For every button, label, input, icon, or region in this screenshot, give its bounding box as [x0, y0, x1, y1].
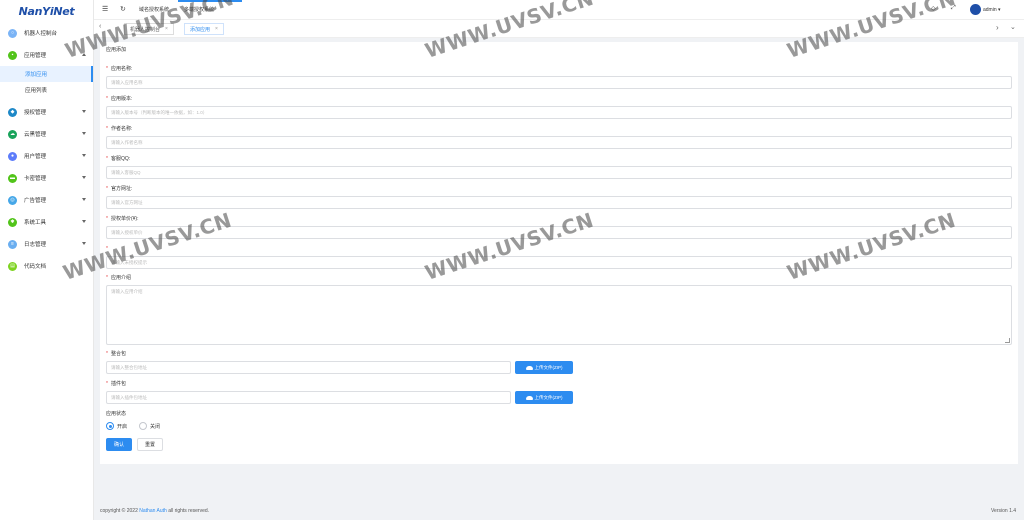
close-icon[interactable]: × [215, 26, 218, 32]
field-auth-price: * 授权单价(¥): 请输入授权单价 [106, 214, 1012, 239]
field-unauth-tip: * 请输入未授权提示 [106, 244, 1012, 269]
chevron-down-icon [82, 176, 86, 179]
top-nav-domain-auth[interactable]: 域名授权系统 [139, 6, 169, 13]
reset-button[interactable]: 重置 [137, 438, 163, 451]
logo: NanYiNet [18, 4, 75, 18]
sidebar-item-cloud-blacklist[interactable]: ☁ 云黑管理 [0, 123, 93, 145]
cloud-icon: ☁ [8, 129, 17, 139]
top-header: ☰ ↻ 域名授权系统 多端授权系统 ◇ ⤢ admin ▾ [94, 0, 1024, 20]
user-icon: ● [8, 151, 17, 161]
status-radio-on[interactable]: 开启 [106, 422, 127, 430]
chevron-down-icon [82, 220, 86, 223]
tab-add-app[interactable]: 添加应用 × [184, 23, 224, 35]
cloud-upload-icon [525, 395, 533, 400]
app-version-input[interactable]: 请输入版本号（判断版本的唯一依据，如：1.0） [106, 106, 1012, 119]
log-icon: ≡ [8, 239, 17, 249]
auth-icon: ◆ [8, 107, 17, 117]
doc-icon: ▤ [8, 261, 17, 271]
top-nav-active-indicator [178, 0, 242, 2]
cloud-upload-icon [525, 365, 533, 370]
confirm-button[interactable]: 确认 [106, 438, 132, 451]
refresh-icon[interactable]: ↻ [120, 5, 126, 13]
app-intro-textarea[interactable]: 请输入应用介绍 [106, 285, 1012, 345]
chevron-down-icon [82, 132, 86, 135]
chevron-down-icon [82, 242, 86, 245]
field-app-version: * 应用版本: 请输入版本号（判断版本的唯一依据，如：1.0） [106, 94, 1012, 119]
sidebar-item-system-tools[interactable]: ✱ 系统工具 [0, 211, 93, 233]
menu-toggle-icon[interactable]: ☰ [102, 5, 108, 13]
app-icon: ▪ [8, 50, 17, 60]
ad-icon: ◎ [8, 195, 17, 205]
field-author-name: * 作者名称: 请输入作者名称 [106, 124, 1012, 149]
tab-robot-console[interactable]: 机器人控制台 × [124, 23, 174, 35]
sidebar-item-user-management[interactable]: ● 用户管理 [0, 145, 93, 167]
field-plugin-package: * 插件包 请输入插件包地址 上传文件(ZIP) [106, 379, 573, 404]
sidebar-subitem-add-app[interactable]: 添加应用 [0, 66, 93, 82]
tab-scroll-left-icon[interactable]: ‹ [99, 23, 101, 30]
support-qq-input[interactable]: 请输入客服QQ [106, 166, 1012, 179]
sidebar-item-code-docs[interactable]: ▤ 代码文档 [0, 255, 93, 277]
tab-bar: ‹ 机器人控制台 × 添加应用 × › ⌄ [94, 20, 1024, 38]
auth-price-input[interactable]: 请输入授权单价 [106, 226, 1012, 239]
tab-scroll-right-icon[interactable]: › [996, 23, 999, 32]
page-title: 应用添加 [106, 47, 127, 53]
bell-icon[interactable]: ◇ [931, 5, 936, 12]
user-menu[interactable]: admin ▾ [983, 7, 1001, 13]
chevron-down-icon [82, 154, 86, 157]
form-card: 应用添加 * 应用名称: 请输入应用名称 * 应用版本: 请输入版本号（判断版本的唯… [100, 42, 1018, 464]
footer-copyright: copyright © 2022 Nathan Auth all rights … [100, 508, 210, 514]
tab-menu-chevron-icon[interactable]: ⌄ [1010, 23, 1016, 31]
card-icon: ▬ [8, 173, 17, 183]
sidebar-subitem-app-list[interactable]: 应用列表 [0, 82, 93, 98]
top-nav-multi-auth[interactable]: 多端授权系统 [184, 6, 214, 13]
bundle-package-input[interactable]: 请输入整合包地址 [106, 361, 511, 374]
sidebar-item-log-management[interactable]: ≡ 日志管理 [0, 233, 93, 255]
chevron-up-icon [82, 53, 86, 56]
chevron-down-icon [82, 110, 86, 113]
robot-icon: ○ [8, 28, 17, 38]
sidebar-item-robot-console[interactable]: ○ 机器人控制台 [0, 22, 93, 44]
field-app-intro: * 应用介绍 请输入应用介绍 [106, 273, 1012, 345]
radio-checked-icon [106, 422, 114, 430]
version-label: Version 1.4 [991, 508, 1017, 514]
field-official-site: * 官方网址: 请输入官方网址 [106, 184, 1012, 209]
upload-bundle-button[interactable]: 上传文件(ZIP) [515, 361, 573, 374]
sidebar: NanYiNet ○ 机器人控制台 ▪ 应用管理 添加应用 应用列表 ◆ 授权管… [0, 0, 94, 520]
fullscreen-icon[interactable]: ⤢ [951, 5, 956, 12]
author-name-input[interactable]: 请输入作者名称 [106, 136, 1012, 149]
form-actions: 确认 重置 [106, 438, 163, 451]
status-radio-off[interactable]: 关闭 [139, 422, 160, 430]
chevron-down-icon [82, 198, 86, 201]
sidebar-item-ad-management[interactable]: ◎ 广告管理 [0, 189, 93, 211]
field-app-status: 应用状态 开启 关闭 [106, 411, 161, 430]
radio-unchecked-icon [139, 422, 148, 430]
field-bundle-package: * 整合包 请输入整合包地址 上传文件(ZIP) [106, 349, 573, 374]
field-support-qq: * 客服QQ: 请输入客服QQ [106, 154, 1012, 179]
sidebar-item-card-management[interactable]: ▬ 卡密管理 [0, 167, 93, 189]
official-site-input[interactable]: 请输入官方网址 [106, 196, 1012, 209]
footer-link[interactable]: Nathan Auth [139, 508, 167, 514]
plugin-package-input[interactable]: 请输入插件包地址 [106, 391, 511, 404]
sidebar-nav: ○ 机器人控制台 ▪ 应用管理 添加应用 应用列表 ◆ 授权管理 ☁ 云黑管理 … [0, 22, 93, 277]
sidebar-item-auth-management[interactable]: ◆ 授权管理 [0, 101, 93, 123]
sidebar-item-app-management[interactable]: ▪ 应用管理 [0, 44, 93, 66]
upload-plugin-button[interactable]: 上传文件(ZIP) [515, 391, 573, 404]
tool-icon: ✱ [8, 217, 17, 227]
avatar[interactable] [970, 4, 981, 15]
unauth-tip-input[interactable]: 请输入未授权提示 [106, 256, 1012, 269]
close-icon[interactable]: × [165, 26, 168, 32]
app-name-input[interactable]: 请输入应用名称 [106, 76, 1012, 89]
field-app-name: * 应用名称: 请输入应用名称 [106, 64, 1012, 89]
